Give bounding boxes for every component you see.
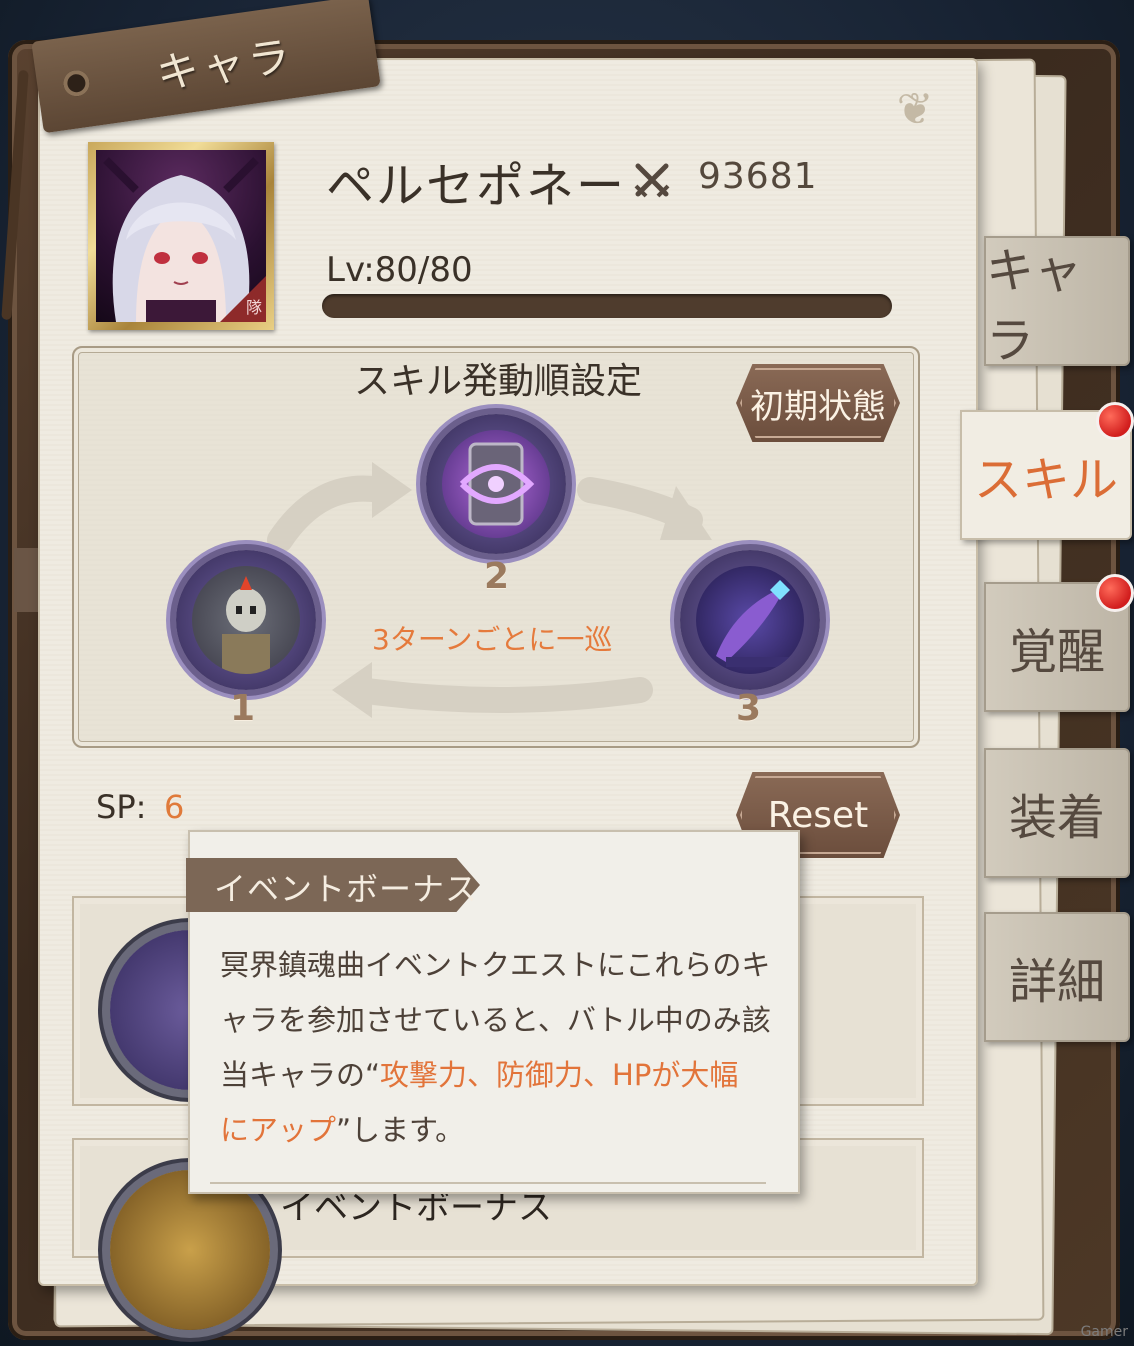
tooltip-highlight: にアップ	[220, 1113, 337, 1147]
character-skill-screen: ❦ キャラ 隊 ペルセポネー 93681 Lv:80/80 スキル発動順設定 初…	[0, 0, 1134, 1346]
watermark: Gamer	[1080, 1324, 1128, 1340]
tab-equip[interactable]: 装着	[984, 748, 1130, 878]
skeleton-knight-skill-icon	[192, 566, 300, 674]
skill-slot-2[interactable]	[426, 414, 566, 554]
tab-chara[interactable]: キャラ	[984, 236, 1130, 369]
cycle-description: 3ターンごとに一巡	[372, 623, 613, 656]
skill-slot-3[interactable]	[680, 550, 820, 690]
tooltip-line: 冥界鎮魂曲イベントクエストにこれらのキ	[220, 948, 771, 982]
sp-label: SP:	[96, 788, 147, 826]
tooltip-text: 当キャラの“	[220, 1058, 381, 1092]
tooltip-description: 冥界鎮魂曲イベントクエストにこれらのキ ャラを参加させていると、バトル中のみ該 …	[220, 938, 780, 1158]
tooltip-text: ”します。	[336, 1113, 465, 1147]
skill-slot-1[interactable]	[176, 550, 316, 690]
notification-dot	[1096, 402, 1134, 440]
tab-detail[interactable]: 詳細	[984, 912, 1130, 1042]
skill-number-2: 2	[484, 556, 510, 597]
dark-scythe-skill-icon	[696, 566, 804, 674]
sp-value: 6	[164, 788, 185, 826]
tooltip-line: ャラを参加させていると、バトル中のみ該	[220, 1003, 771, 1037]
notification-dot	[1096, 574, 1134, 612]
tooltip-line: 当キャラの“攻撃力、防御力、HPが大幅	[220, 1048, 780, 1103]
skill-number-1: 1	[230, 688, 256, 729]
tooltip-highlight: 攻撃力、防御力、HPが大幅	[380, 1058, 739, 1092]
tooltip-tag-label: イベントボーナス	[214, 870, 479, 908]
dark-swirl-shield-skill-icon	[442, 430, 550, 538]
skill-number-3: 3	[736, 688, 762, 729]
treasure-skill-icon	[110, 1170, 270, 1330]
tooltip-line: にアップ”します。	[220, 1103, 780, 1158]
